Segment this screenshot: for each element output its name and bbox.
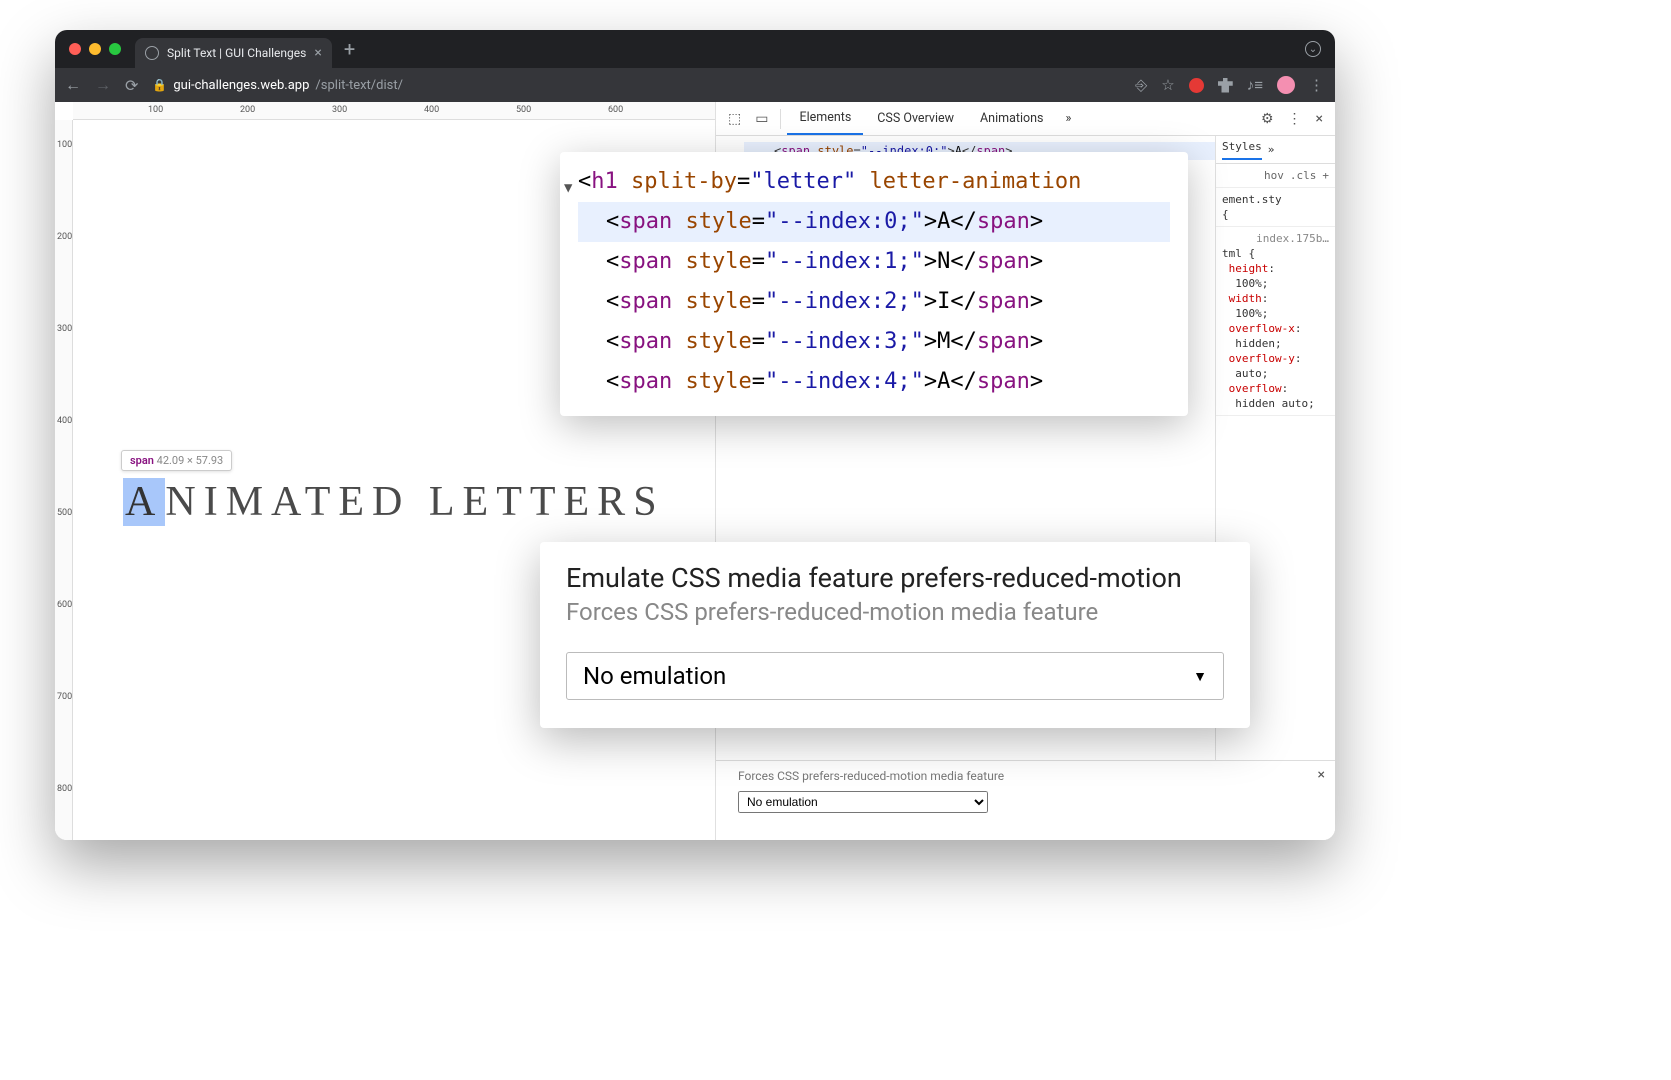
new-tab-button[interactable]: + xyxy=(344,37,355,61)
styles-filter-row: hov .cls + xyxy=(1216,164,1335,188)
rendering-desc: Forces CSS prefers-reduced-motion media … xyxy=(738,769,1313,783)
close-tab-icon[interactable]: × xyxy=(314,45,321,61)
bookmark-icon[interactable]: ☆ xyxy=(1161,76,1174,94)
tab-css-overview[interactable]: CSS Overview xyxy=(865,103,966,134)
ruler-vertical: 100200300400500600700800 xyxy=(55,120,73,840)
letter: E xyxy=(564,479,598,525)
letter: N xyxy=(165,479,203,525)
traffic-lights xyxy=(69,43,121,55)
tooltip-dimensions: 42.09 × 57.93 xyxy=(157,454,224,467)
settings-gear-icon[interactable]: ⚙ xyxy=(1255,107,1280,131)
letter: E xyxy=(463,479,497,525)
zoom-overlay-rendering: Emulate CSS media feature prefers-reduce… xyxy=(540,542,1250,728)
tab-title: Split Text | GUI Challenges xyxy=(167,46,306,60)
translate-icon[interactable]: ⎆ xyxy=(1135,76,1147,94)
zoom-overlay-code: ▼ <h1 split-by="letter" letter-animation… xyxy=(560,152,1188,416)
minimize-window-button[interactable] xyxy=(89,43,101,55)
url-host: gui-challenges.web.app xyxy=(173,78,309,93)
tab-search-icon[interactable]: ⌄ xyxy=(1305,41,1321,57)
element-style-rule[interactable]: ement.sty { xyxy=(1216,188,1335,227)
letter: A xyxy=(271,479,305,525)
browser-toolbar: ← → ⟳ 🔒 gui-challenges.web.app/split-tex… xyxy=(55,68,1335,102)
cls-toggle[interactable]: .cls xyxy=(1290,169,1317,182)
new-rule-plus-icon[interactable]: + xyxy=(1322,169,1329,182)
letter: I xyxy=(204,479,226,525)
html-rule[interactable]: index.175b…tml { height: 100%; width: 10… xyxy=(1216,227,1335,416)
letter: S xyxy=(633,479,664,525)
styles-tabs: Styles » xyxy=(1216,136,1335,164)
animated-letters-heading: ANIMATED LETTERS xyxy=(123,478,665,526)
element-tooltip: span 42.09 × 57.93 xyxy=(121,450,232,471)
forward-button[interactable]: → xyxy=(95,75,111,95)
device-mode-icon[interactable]: ▭ xyxy=(749,107,774,131)
tab-elements[interactable]: Elements xyxy=(787,102,863,135)
letter: R xyxy=(597,479,633,525)
close-devtools-icon[interactable]: × xyxy=(1310,107,1329,131)
prefers-reduced-motion-select[interactable]: No emulation xyxy=(738,791,988,813)
letter xyxy=(410,479,429,525)
tab-favicon xyxy=(145,46,159,60)
hov-toggle[interactable]: hov xyxy=(1264,169,1284,182)
letter: T xyxy=(530,479,564,525)
rendering-subtitle: Forces CSS prefers-reduced-motion media … xyxy=(566,598,1224,626)
rendering-select[interactable]: No emulation ▼ xyxy=(566,652,1224,700)
window-titlebar: Split Text | GUI Challenges × + ⌄ xyxy=(55,30,1335,68)
letter: D xyxy=(372,479,410,525)
extension-icon[interactable] xyxy=(1189,78,1204,93)
devtools-tabs: ⬚ ▭ Elements CSS Overview Animations » ⚙… xyxy=(716,102,1335,136)
ruler-horizontal: 100200300400500600 xyxy=(73,102,745,120)
extensions-puzzle-icon[interactable] xyxy=(1218,78,1233,93)
close-window-button[interactable] xyxy=(69,43,81,55)
browser-tab[interactable]: Split Text | GUI Challenges × xyxy=(135,38,332,68)
rendering-drawer: × Forces CSS prefers-reduced-motion medi… xyxy=(716,760,1335,840)
tab-animations[interactable]: Animations xyxy=(968,103,1055,134)
letter: M xyxy=(226,479,271,525)
close-drawer-icon[interactable]: × xyxy=(1318,767,1325,783)
tooltip-tag: span xyxy=(130,454,154,467)
letter: A xyxy=(123,478,165,526)
maximize-window-button[interactable] xyxy=(109,43,121,55)
styles-pane: Styles » hov .cls + ement.sty { index.17… xyxy=(1215,136,1335,840)
back-button[interactable]: ← xyxy=(65,75,81,95)
letter: E xyxy=(338,479,372,525)
reload-button[interactable]: ⟳ xyxy=(125,76,138,95)
more-tabs-icon[interactable]: » xyxy=(1058,111,1080,126)
rendering-select-value: No emulation xyxy=(583,662,726,690)
address-bar[interactable]: 🔒 gui-challenges.web.app/split-text/dist… xyxy=(152,78,403,93)
rendering-title: Emulate CSS media feature prefers-reduce… xyxy=(566,562,1224,594)
collapse-triangle-icon[interactable]: ▼ xyxy=(564,168,572,208)
profile-avatar-icon[interactable] xyxy=(1277,76,1295,94)
more-styles-tabs-icon[interactable]: » xyxy=(1268,143,1275,156)
url-path: /split-text/dist/ xyxy=(315,78,403,93)
inspect-icon[interactable]: ⬚ xyxy=(722,107,747,131)
styles-tab-styles[interactable]: Styles xyxy=(1222,140,1262,160)
devtools-menu-icon[interactable]: ⋮ xyxy=(1282,107,1308,131)
letter: T xyxy=(305,479,339,525)
lock-icon: 🔒 xyxy=(152,78,167,92)
dropdown-caret-icon: ▼ xyxy=(1193,668,1207,685)
media-control-icon[interactable]: ♪≡ xyxy=(1247,76,1263,94)
chrome-menu-icon[interactable]: ⋮ xyxy=(1309,76,1325,94)
letter: L xyxy=(429,479,463,525)
letter: T xyxy=(496,479,530,525)
